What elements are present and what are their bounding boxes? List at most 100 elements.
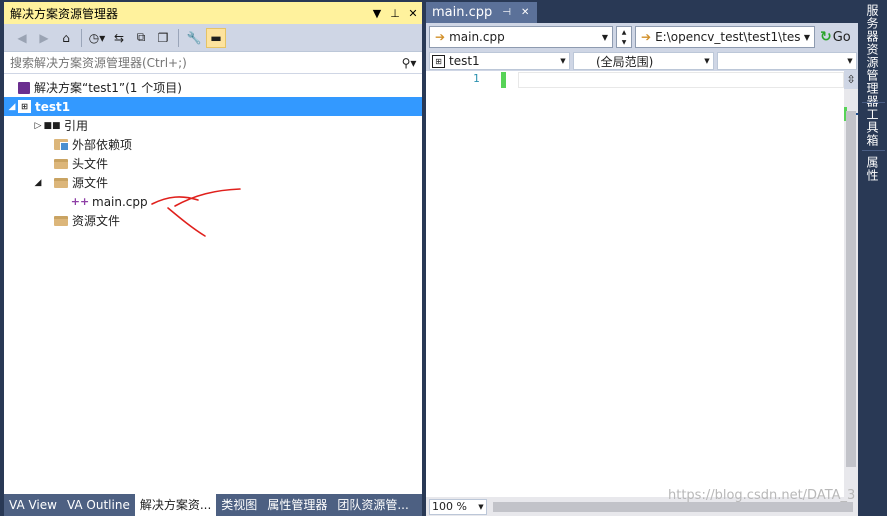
tree-item-label: 资源文件 <box>72 214 121 228</box>
tab-class-view[interactable]: 类视图 <box>216 494 262 516</box>
split-window-icon[interactable]: ⇳ <box>844 71 858 89</box>
vertical-scrollbar[interactable]: ⇳ <box>844 71 858 497</box>
expand-arrow-icon[interactable]: ▷ <box>32 121 44 131</box>
current-line-highlight <box>518 72 844 88</box>
tree-item-project[interactable]: ◢ ⊞ test1 <box>4 97 422 116</box>
file-combo[interactable]: ➔ main.cpp ▼ <box>429 26 613 48</box>
go-label: Go <box>832 29 851 45</box>
tree-item-external-dependencies[interactable]: 外部依赖项 <box>4 135 422 154</box>
search-icon[interactable]: ⚲▾ <box>396 56 422 70</box>
tab-solution-explorer[interactable]: 解决方案资... <box>134 494 217 516</box>
tab-properties[interactable]: 属性 <box>864 156 881 182</box>
go-arrow-icon: ↻ <box>820 29 832 45</box>
va-navigation-bar: ➔ main.cpp ▼ ▲ ▼ ➔ E:\opencv_test\test1\… <box>426 23 858 51</box>
member-scope-dropdown[interactable]: ▼ <box>717 52 857 70</box>
chevron-up-icon[interactable]: ▲ <box>622 29 627 36</box>
forward-icon[interactable]: ▶ <box>34 28 54 48</box>
collapse-arrow-icon[interactable]: ◢ <box>32 178 44 188</box>
tree-item-header-files[interactable]: 头文件 <box>4 154 422 173</box>
chevron-down-icon: ▼ <box>803 32 811 42</box>
folder-open-icon <box>54 177 68 188</box>
path-combo-value: E:\opencv_test\test1\tes <box>655 30 800 44</box>
tab-toolbox[interactable]: 工具箱 <box>864 108 881 147</box>
collapse-arrow-icon[interactable]: ◢ <box>6 102 18 112</box>
folder-icon <box>54 158 68 169</box>
zoom-value: 100 % <box>432 500 467 513</box>
project-icon: ⊞ <box>18 100 31 113</box>
solution-explorer-toolbar: ◀ ▶ ⌂ ◷▾ ⇆ ⧉ ❐ 🔧 ▬ <box>4 24 422 52</box>
chevron-down-icon[interactable]: ▼ <box>622 39 627 46</box>
tree-item-references[interactable]: ▷ ■■ 引用 <box>4 116 422 135</box>
tab-property-manager[interactable]: 属性管理器 <box>262 494 332 516</box>
chevron-down-icon: ▼ <box>560 57 566 65</box>
tree-item-main-cpp[interactable]: ++ main.cpp <box>4 192 422 211</box>
tab-separator <box>862 102 885 103</box>
tab-team-explorer[interactable]: 团队资源管... <box>332 494 413 516</box>
watermark: https://blog.csdn.net/DATA_3 <box>668 488 856 503</box>
pin-icon[interactable]: ⊣ <box>502 7 511 18</box>
back-icon[interactable]: ◀ <box>12 28 32 48</box>
project-icon: ⊞ <box>432 54 445 68</box>
go-button[interactable]: ↻ Go <box>818 26 853 48</box>
chevron-down-icon: ▼ <box>601 32 609 42</box>
window-position-dropdown-icon[interactable]: ▼ <box>368 7 386 20</box>
horizontal-scrollbar[interactable] <box>493 501 853 512</box>
solution-search-input[interactable] <box>10 55 396 70</box>
home-icon[interactable]: ⌂ <box>56 28 76 48</box>
tree-item-label: 引用 <box>64 119 89 133</box>
tree-item-label: 外部依赖项 <box>72 138 133 152</box>
external-dependencies-icon <box>54 139 69 151</box>
global-scope-dropdown[interactable]: (全局范围) ▼ <box>573 52 714 70</box>
tree-item-source-files[interactable]: ◢ 源文件 <box>4 173 422 192</box>
tree-item-label: 源文件 <box>72 176 109 190</box>
project-scope-value: test1 <box>449 54 480 68</box>
code-editor[interactable]: 1 <box>426 71 844 497</box>
tab-server-explorer[interactable]: 服务器资源管理器 <box>864 4 881 108</box>
solution-search-box: ⚲▾ <box>4 52 422 74</box>
solution-tree: 解决方案“test1”(1 个项目) ◢ ⊞ test1 ▷ ■■ 引用 外部依… <box>4 74 422 230</box>
folder-icon <box>54 215 68 226</box>
sync-with-document-icon[interactable]: ⇆ <box>109 28 129 48</box>
solution-icon <box>18 81 30 94</box>
tool-window-tab-strip: VA View VA Outline 解决方案资... 类视图 属性管理器 团队… <box>4 494 422 516</box>
cpp-file-icon: ++ <box>70 195 90 208</box>
solution-explorer-title: 解决方案资源管理器 <box>10 6 119 21</box>
tab-main-cpp[interactable]: main.cpp ⊣ ✕ <box>426 2 538 23</box>
tab-va-view[interactable]: VA View <box>4 494 62 516</box>
path-combo[interactable]: ➔ E:\opencv_test\test1\tes ▼ <box>635 26 815 48</box>
change-tracking-bar <box>501 72 506 88</box>
file-spinner[interactable]: ▲ ▼ <box>616 26 632 48</box>
tree-item-label: 解决方案“test1”(1 个项目) <box>34 81 182 95</box>
tree-item-resource-files[interactable]: 资源文件 <box>4 211 422 230</box>
arrow-right-icon: ➔ <box>641 30 652 44</box>
arrow-right-icon: ➔ <box>435 30 446 44</box>
collapse-all-icon[interactable]: ⧉ <box>131 28 151 48</box>
properties-wrench-icon[interactable]: 🔧 <box>184 28 204 48</box>
file-combo-value: main.cpp <box>449 30 505 44</box>
zoom-dropdown[interactable]: 100 % ▼ <box>429 498 487 515</box>
tree-item-label: test1 <box>35 99 71 114</box>
global-scope-value: (全局范围) <box>596 54 654 69</box>
tree-item-label: 头文件 <box>72 157 109 171</box>
solution-explorer-titlebar: 解决方案资源管理器 ▼ ⊥ ✕ <box>4 2 422 24</box>
tree-item-solution[interactable]: 解决方案“test1”(1 个项目) <box>4 78 422 97</box>
toolbar-separator <box>178 28 179 47</box>
references-icon: ■■ <box>43 120 61 131</box>
pending-changes-filter-icon[interactable]: ◷▾ <box>87 28 107 48</box>
tab-separator <box>862 150 885 151</box>
navigation-scope-bar: ⊞ test1 ▼ (全局范围) ▼ ▼ <box>426 51 858 71</box>
close-icon[interactable]: ✕ <box>404 7 422 20</box>
line-number: 1 <box>473 72 480 85</box>
tab-va-outline[interactable]: VA Outline <box>62 494 135 516</box>
project-scope-dropdown[interactable]: ⊞ test1 ▼ <box>429 52 570 70</box>
show-all-files-icon[interactable]: ❐ <box>153 28 173 48</box>
pin-icon[interactable]: ⊥ <box>386 7 404 20</box>
chevron-down-icon: ▼ <box>478 502 484 511</box>
tree-item-label: main.cpp <box>92 194 148 209</box>
toolbar-separator <box>81 28 82 47</box>
preview-selected-items-icon[interactable]: ▬ <box>206 27 226 48</box>
editor-tab-strip: main.cpp ⊣ ✕ <box>426 2 858 23</box>
editor-tab-label: main.cpp <box>432 5 493 20</box>
close-icon[interactable]: ✕ <box>521 7 529 18</box>
scrollbar-thumb[interactable] <box>846 111 856 467</box>
